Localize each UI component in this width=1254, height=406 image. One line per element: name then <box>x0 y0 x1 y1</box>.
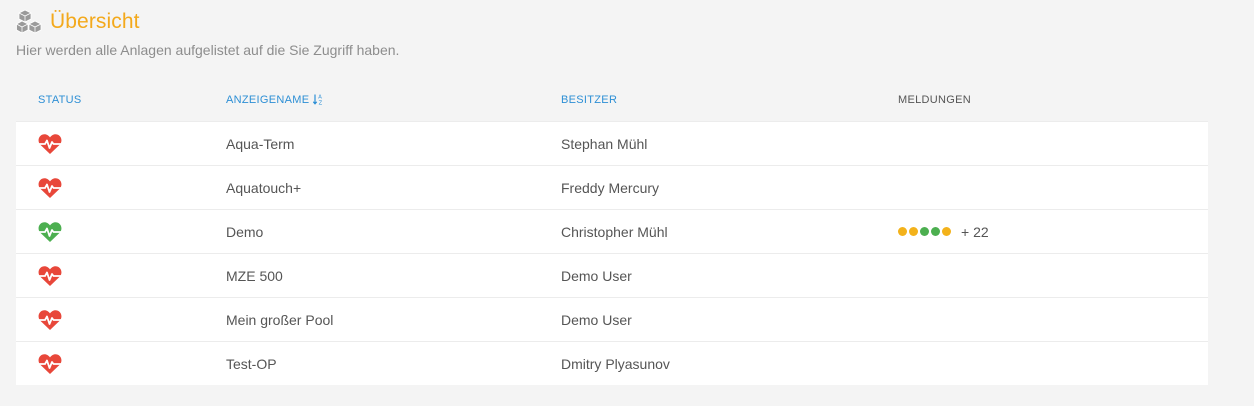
cubes-icon <box>16 9 42 34</box>
messages-more-count: + 22 <box>961 223 989 240</box>
name-cell: Aqua-Term <box>226 135 295 152</box>
heartbeat-icon <box>38 221 62 242</box>
name-cell: Mein großer Pool <box>226 311 334 328</box>
table-row[interactable]: Aqua-Term Stephan Mühl <box>16 121 1208 165</box>
status-cell <box>16 309 204 331</box>
message-dot-icon <box>942 227 951 236</box>
sort-alpha-asc-icon: A Z <box>313 94 323 105</box>
messages-indicator[interactable]: + 22 <box>898 224 1208 240</box>
page-header: Übersicht <box>16 8 140 36</box>
table-row[interactable]: Test-OP Dmitry Plyasunov <box>16 341 1208 385</box>
column-header-owner[interactable]: BESITZER <box>561 94 617 106</box>
name-cell: Test-OP <box>226 355 277 372</box>
column-header-name[interactable]: ANZEIGENAME A Z <box>226 94 325 106</box>
owner-cell: Stephan Mühl <box>561 135 648 152</box>
message-dot-icon <box>931 227 940 236</box>
status-cell <box>16 221 204 243</box>
status-cell <box>16 177 204 199</box>
owner-cell: Freddy Mercury <box>561 179 660 196</box>
table-row[interactable]: Mein großer Pool Demo User <box>16 297 1208 341</box>
table-body: Aqua-Term Stephan Mühl Aquatouch+ Freddy Me… <box>16 121 1208 385</box>
status-cell <box>16 353 204 375</box>
svg-text:Z: Z <box>319 100 323 104</box>
name-cell: Demo <box>226 223 264 240</box>
table-header: STATUS ANZEIGENAME A Z BESITZER MELDUNGE… <box>16 78 1208 121</box>
column-header-status[interactable]: STATUS <box>38 94 82 106</box>
heartbeat-icon <box>38 309 62 330</box>
message-dot-icon <box>920 227 929 236</box>
heartbeat-icon <box>38 133 62 154</box>
owner-cell: Demo User <box>561 267 632 284</box>
heartbeat-icon <box>38 353 62 374</box>
name-cell: MZE 500 <box>226 267 283 284</box>
status-cell <box>16 133 204 155</box>
owner-cell: Dmitry Plyasunov <box>561 355 670 372</box>
installations-table: STATUS ANZEIGENAME A Z BESITZER MELDUNGE… <box>16 78 1208 385</box>
messages-cell: + 22 <box>876 224 1208 240</box>
owner-cell: Demo User <box>561 311 632 328</box>
column-header-name-label: ANZEIGENAME <box>226 93 310 106</box>
page-title: Übersicht <box>50 10 140 33</box>
owner-cell: Christopher Mühl <box>561 223 668 240</box>
page-subtitle: Hier werden alle Anlagen aufgelistet auf… <box>16 42 400 58</box>
table-row[interactable]: Demo Christopher Mühl + 22 <box>16 209 1208 253</box>
message-dot-icon <box>898 227 907 236</box>
heartbeat-icon <box>38 177 62 198</box>
table-row[interactable]: Aquatouch+ Freddy Mercury <box>16 165 1208 209</box>
name-cell: Aquatouch+ <box>226 179 302 196</box>
heartbeat-icon <box>38 265 62 286</box>
column-header-messages: MELDUNGEN <box>898 93 971 106</box>
table-row[interactable]: MZE 500 Demo User <box>16 253 1208 297</box>
message-dot-icon <box>909 227 918 236</box>
status-cell <box>16 265 204 287</box>
